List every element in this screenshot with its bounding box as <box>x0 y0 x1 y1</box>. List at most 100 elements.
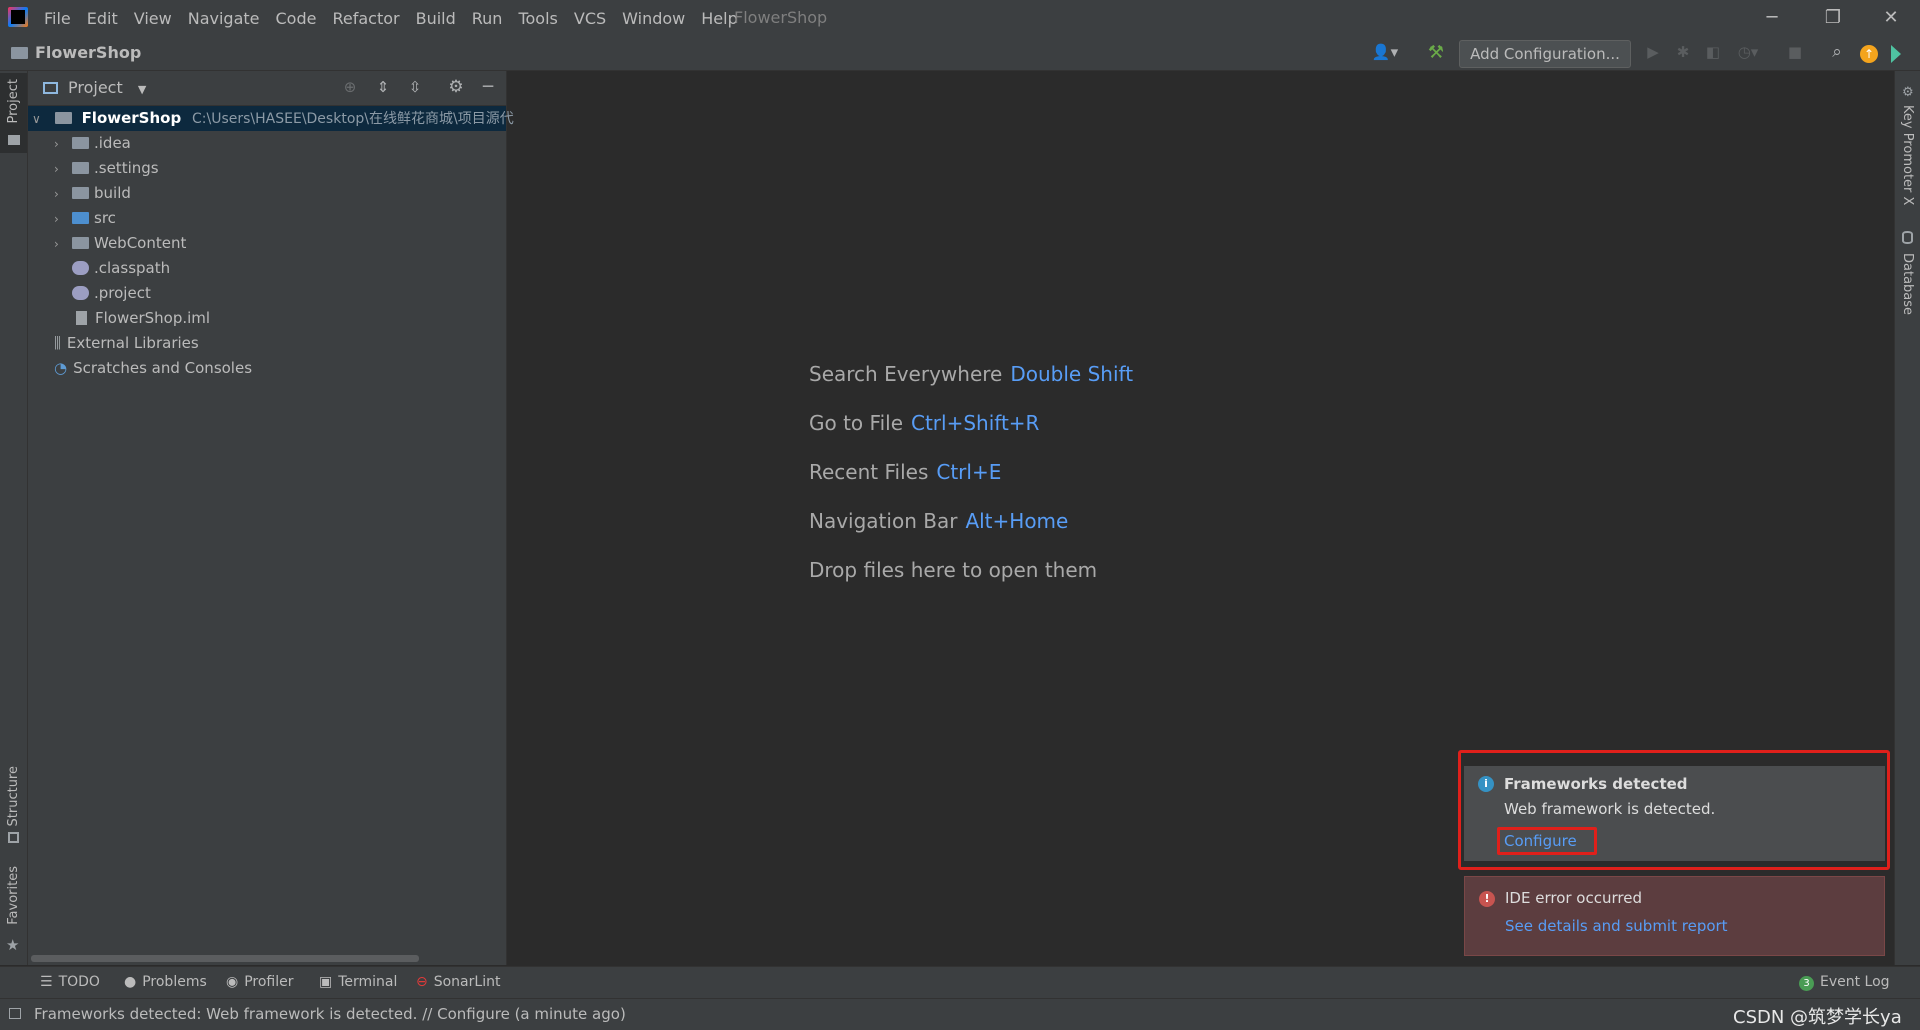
tree-item-settings[interactable]: › .settings <box>54 156 159 181</box>
tree-item-src[interactable]: › src <box>54 206 116 231</box>
configure-link[interactable]: Configure <box>1497 827 1597 855</box>
key-promoter-tool-tab[interactable]: ⚙ Key Promoter X <box>1895 85 1920 225</box>
project-folder-icon <box>11 47 28 59</box>
menu-run[interactable]: Run <box>472 9 503 28</box>
info-icon: i <box>1478 776 1494 792</box>
menu-code[interactable]: Code <box>276 9 317 28</box>
tree-root-path: C:\Users\HASEE\Desktop\在线鲜花商城\项目源代 <box>192 111 514 127</box>
update-icon[interactable]: ↑ <box>1860 45 1878 63</box>
hide-panel-icon[interactable]: ─ <box>478 77 498 97</box>
structure-tool-tab[interactable]: Structure <box>0 766 27 846</box>
csdn-watermark: CSDN @筑梦学长ya <box>1733 1007 1902 1028</box>
menu-refactor[interactable]: Refactor <box>332 9 399 28</box>
chevron-right-icon[interactable]: › <box>54 232 72 257</box>
hint-shortcut: Double Shift <box>1010 362 1134 386</box>
hint-search-everywhere: Search Everywhere Double Shift <box>809 362 1133 386</box>
coverage-icon[interactable]: ◧ <box>1703 43 1723 61</box>
project-view-label: Project <box>68 78 123 97</box>
nav-project-name[interactable]: FlowerShop <box>35 43 141 62</box>
frameworks-notification[interactable]: i Frameworks detected Web framework is d… <box>1464 766 1885 861</box>
notification-body: Web framework is detected. <box>1504 800 1716 818</box>
iml-file-icon <box>76 310 87 325</box>
tree-item-label: Scratches and Consoles <box>73 359 253 377</box>
tree-item-scratches[interactable]: ◔ Scratches and Consoles <box>54 356 252 381</box>
project-tool-tab[interactable]: Project <box>0 73 27 153</box>
gear-icon[interactable]: ⚙ <box>446 77 466 97</box>
sonarlint-label: SonarLint <box>433 974 501 990</box>
build-hammer-icon[interactable]: ⚒ <box>1424 42 1448 63</box>
expand-all-icon[interactable]: ⇕ <box>373 78 393 96</box>
todo-label: TODO <box>58 974 100 990</box>
profile-icon[interactable]: ◷▾ <box>1733 43 1763 61</box>
debug-icon[interactable]: ✱ <box>1673 43 1693 61</box>
hint-navigation-bar: Navigation Bar Alt+Home <box>809 509 1068 533</box>
horizontal-scrollbar[interactable] <box>31 955 419 962</box>
toolbox-icon[interactable] <box>1891 45 1901 63</box>
minimize-button[interactable]: ─ <box>1757 6 1787 30</box>
tree-item-classpath[interactable]: .classpath <box>72 256 170 281</box>
problems-tab[interactable]: ● Problems <box>124 974 207 990</box>
menu-vcs[interactable]: VCS <box>574 9 606 28</box>
tree-item-external-libraries[interactable]: ⫼ External Libraries <box>54 331 199 356</box>
tree-root-row[interactable]: ∨ FlowerShop C:\Users\HASEE\Desktop\在线鲜花… <box>28 106 514 132</box>
bottom-tool-bar: ☰ TODO ● Problems ◉ Profiler ▣ Terminal ⊖ Son… <box>0 966 1920 999</box>
search-icon[interactable]: ⌕ <box>1826 42 1848 62</box>
notification-title: Frameworks detected <box>1504 775 1688 793</box>
profiler-tab[interactable]: ◉ Profiler <box>226 974 294 990</box>
tree-item-project[interactable]: .project <box>72 281 151 306</box>
chevron-right-icon[interactable]: › <box>54 182 72 207</box>
close-button[interactable]: ✕ <box>1876 6 1906 30</box>
chevron-right-icon[interactable]: › <box>54 157 72 182</box>
intellij-logo-icon[interactable] <box>8 7 28 27</box>
todo-tab[interactable]: ☰ TODO <box>40 974 100 990</box>
project-view-selector[interactable]: Project ▼ <box>68 78 146 97</box>
tree-item-webcontent[interactable]: › WebContent <box>54 231 186 256</box>
tree-item-label: External Libraries <box>66 334 199 352</box>
user-icon[interactable]: 👤▾ <box>1370 43 1400 61</box>
add-configuration-button[interactable]: Add Configuration... <box>1459 40 1631 68</box>
menu-help[interactable]: Help <box>701 9 737 28</box>
menu-file[interactable]: File <box>44 9 71 28</box>
list-icon: ☰ <box>40 974 53 990</box>
event-log-tab[interactable]: 3 Event Log <box>1799 974 1890 991</box>
right-tool-strip: ⚙ Key Promoter X Database <box>1894 71 1920 965</box>
menu-build[interactable]: Build <box>416 9 456 28</box>
status-bar: Frameworks detected: Web framework is de… <box>0 998 1920 1030</box>
menu-window[interactable]: Window <box>622 9 685 28</box>
ide-error-notification[interactable]: ! IDE error occurred See details and sub… <box>1464 876 1885 956</box>
status-toggle-icon[interactable] <box>9 1008 21 1019</box>
tree-item-idea[interactable]: › .idea <box>54 131 131 156</box>
terminal-tab[interactable]: ▣ Terminal <box>319 974 397 990</box>
stop-icon[interactable]: ■ <box>1785 43 1805 61</box>
sonarlint-icon: ⊖ <box>416 974 428 990</box>
tree-item-label: .classpath <box>94 259 171 277</box>
tree-item-iml[interactable]: FlowerShop.iml <box>72 306 210 331</box>
status-message[interactable]: Frameworks detected: Web framework is de… <box>34 1005 626 1023</box>
tree-item-label: build <box>94 184 131 202</box>
locate-icon[interactable]: ⊕ <box>340 78 360 96</box>
menu-tools[interactable]: Tools <box>518 9 557 28</box>
menu-view[interactable]: View <box>134 9 172 28</box>
tree-item-label: .project <box>94 284 151 302</box>
submit-report-link[interactable]: See details and submit report <box>1505 917 1728 935</box>
restore-button[interactable]: ❐ <box>1818 6 1848 30</box>
chevron-right-icon[interactable]: › <box>54 207 72 232</box>
run-icon[interactable]: ▶ <box>1643 43 1663 61</box>
menu-edit[interactable]: Edit <box>87 9 118 28</box>
collapse-all-icon[interactable]: ⇳ <box>405 78 425 96</box>
chevron-right-icon[interactable]: › <box>54 132 72 157</box>
menu-navigate[interactable]: Navigate <box>188 9 260 28</box>
tree-item-label: src <box>94 209 116 227</box>
hint-label: Navigation Bar <box>809 509 958 533</box>
hint-shortcut: Ctrl+E <box>936 460 1002 484</box>
hint-go-to-file: Go to File Ctrl+Shift+R <box>809 411 1039 435</box>
tree-item-build[interactable]: › build <box>54 181 131 206</box>
tree-item-label: .idea <box>94 134 131 152</box>
sonarlint-tab[interactable]: ⊖ SonarLint <box>416 974 500 990</box>
favorites-tool-tab[interactable]: Favorites ★ <box>0 866 27 956</box>
chevron-down-icon[interactable]: ∨ <box>32 107 50 132</box>
hint-recent-files: Recent Files Ctrl+E <box>809 460 1001 484</box>
database-tool-tab[interactable]: Database <box>1895 231 1920 331</box>
folder-icon <box>72 186 89 199</box>
project-view-icon <box>43 82 58 94</box>
